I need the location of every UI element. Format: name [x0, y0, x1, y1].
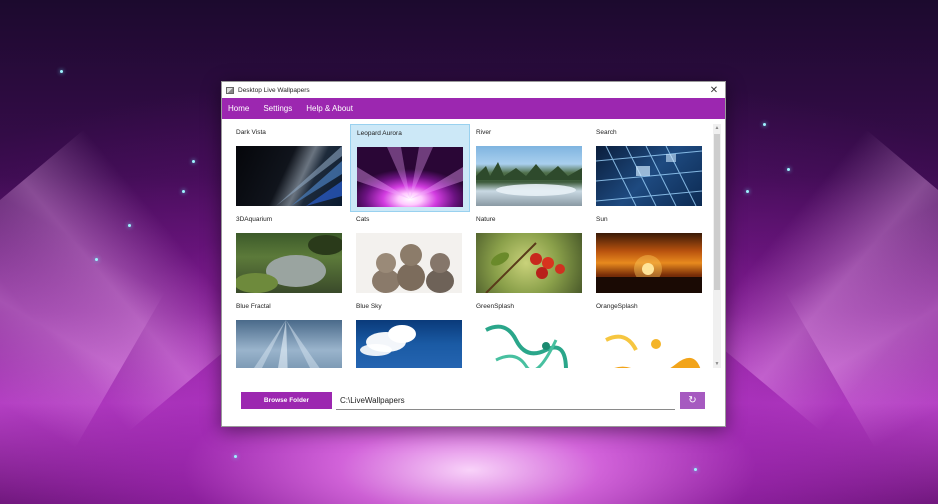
menu-item-home[interactable]: Home — [228, 104, 249, 113]
menu-item-help-about[interactable]: Help & About — [306, 104, 353, 113]
tile-label: Dark Vista — [236, 129, 266, 136]
browse-folder-button[interactable]: Browse Folder — [241, 392, 332, 409]
title-bar[interactable]: Desktop Live Wallpapers ✕ — [222, 82, 725, 98]
wallpaper-tile-cats[interactable]: Cats — [350, 211, 470, 299]
wallpaper-thumbnail — [236, 146, 342, 206]
wallpaper-thumbnail — [236, 233, 342, 293]
app-icon — [226, 86, 234, 94]
scrollbar-thumb[interactable] — [714, 134, 720, 290]
wallpaper-tile-blue-fractal[interactable]: Blue Fractal — [230, 298, 350, 368]
tile-label: 3DAquarium — [236, 216, 273, 223]
wallpaper-tile-greensplash[interactable]: GreenSplash — [470, 298, 590, 368]
tile-label: Blue Sky — [356, 303, 382, 310]
wallpaper-tile-leopard-aurora[interactable]: Leopard Aurora — [350, 124, 470, 212]
tile-label: GreenSplash — [476, 303, 514, 310]
wallpaper-thumbnail — [476, 146, 582, 206]
window-title: Desktop Live Wallpapers — [238, 86, 310, 94]
wallpaper-thumbnail — [357, 147, 463, 207]
wallpaper-tile-search[interactable]: Search — [590, 124, 710, 212]
tile-label: Cats — [356, 216, 370, 223]
tile-label: Search — [596, 129, 617, 136]
wallpaper-thumbnail — [596, 233, 702, 293]
app-window: Desktop Live Wallpapers ✕ Home Settings … — [221, 81, 726, 427]
wallpaper-tile-3daquarium[interactable]: 3DAquarium — [230, 211, 350, 299]
tile-label: River — [476, 129, 492, 136]
wallpaper-tile-orangesplash[interactable]: OrangeSplash — [590, 298, 710, 368]
wallpaper-thumbnail — [596, 146, 702, 206]
vertical-scrollbar[interactable]: ▲ ▼ — [713, 124, 721, 368]
tile-label: OrangeSplash — [596, 303, 638, 310]
menu-bar: Home Settings Help & About — [222, 98, 725, 119]
wallpaper-grid: Dark Vista Leopard Aurora River Search 3… — [230, 124, 710, 368]
close-button[interactable]: ✕ — [703, 82, 725, 98]
wallpaper-thumbnail — [356, 320, 462, 368]
scroll-down-icon[interactable]: ▼ — [713, 360, 721, 368]
content-area: Dark Vista Leopard Aurora River Search 3… — [222, 119, 725, 426]
wallpaper-tile-dark-vista[interactable]: Dark Vista — [230, 124, 350, 212]
wallpaper-thumbnail — [596, 320, 702, 368]
wallpaper-tile-blue-sky[interactable]: Blue Sky — [350, 298, 470, 368]
scroll-up-icon[interactable]: ▲ — [713, 124, 721, 132]
refresh-icon[interactable]: ↻ — [680, 392, 705, 409]
wallpaper-tile-sun[interactable]: Sun — [590, 211, 710, 299]
tile-label: Nature — [476, 216, 496, 223]
wallpaper-tile-river[interactable]: River — [470, 124, 590, 212]
folder-path-input[interactable] — [336, 392, 675, 410]
wallpaper-thumbnail — [476, 233, 582, 293]
wallpaper-thumbnail — [356, 233, 462, 293]
wallpaper-thumbnail — [236, 320, 342, 368]
menu-item-settings[interactable]: Settings — [263, 104, 292, 113]
footer-bar: Browse Folder ↻ — [222, 384, 727, 424]
tile-label: Leopard Aurora — [357, 130, 402, 137]
wallpaper-tile-nature[interactable]: Nature — [470, 211, 590, 299]
tile-label: Sun — [596, 216, 608, 223]
wallpaper-thumbnail — [476, 320, 582, 368]
tile-label: Blue Fractal — [236, 303, 271, 310]
